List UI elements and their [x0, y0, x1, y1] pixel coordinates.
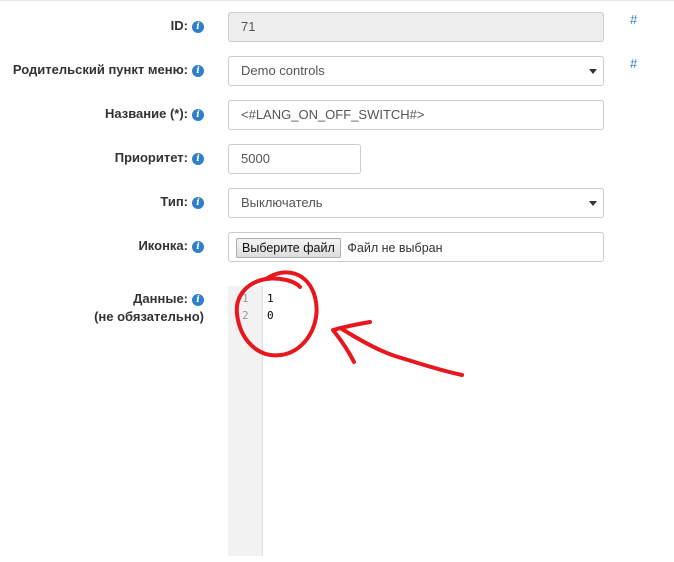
red-annotation	[234, 270, 464, 377]
annotation-circle	[234, 270, 319, 358]
annotation-arrow-shaft	[340, 327, 464, 377]
